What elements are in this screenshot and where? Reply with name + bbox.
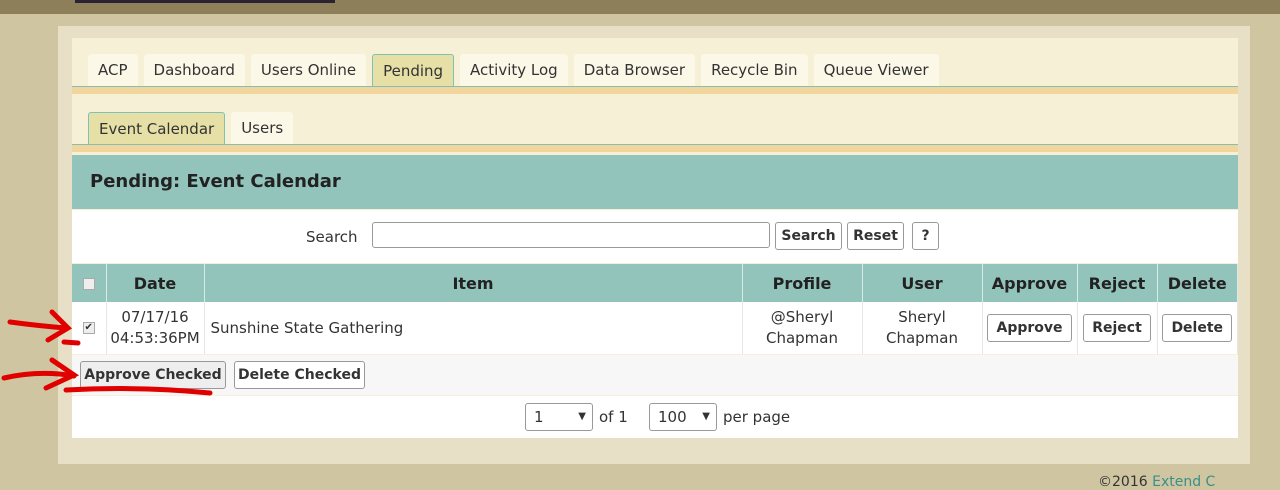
row-checkbox[interactable]: ✔	[82, 322, 95, 334]
tab-users-online[interactable]: Users Online	[250, 54, 367, 86]
table-row: ✔ 07/17/16 04:53:36PM Sunshine State Gath…	[72, 302, 1238, 354]
user-name-line2: Chapman	[885, 329, 958, 347]
per-page-label: per page	[723, 408, 791, 426]
approve-button[interactable]: Approve	[987, 314, 1072, 342]
delete-button[interactable]: Delete	[1162, 314, 1233, 342]
pending-table: Date Item Profile User Approve Reject De…	[72, 264, 1238, 354]
tab-data-browser[interactable]: Data Browser	[573, 54, 696, 86]
select-all-header	[72, 264, 107, 302]
dropdown-arrow-icon: ▼	[578, 411, 586, 422]
search-button[interactable]: Search	[775, 222, 842, 250]
search-input[interactable]	[372, 222, 770, 248]
per-page-select[interactable]: 100 ▼	[649, 403, 717, 431]
help-button[interactable]: ?	[912, 222, 939, 250]
column-profile[interactable]: Profile	[742, 264, 863, 302]
delete-checked-button[interactable]: Delete Checked	[234, 361, 365, 389]
tab-activity-log[interactable]: Activity Log	[460, 54, 568, 86]
tab-acp[interactable]: ACP	[88, 54, 138, 86]
page-select[interactable]: 1 ▼	[525, 403, 593, 431]
footer: ©2016 Extend C	[1098, 474, 1215, 490]
table-header: Date Item Profile User Approve Reject De…	[72, 264, 1238, 302]
site-banner	[75, 0, 335, 3]
tab-pending[interactable]: Pending	[372, 54, 455, 88]
page-value: 1	[534, 408, 544, 426]
subtab-users[interactable]: Users	[231, 112, 294, 144]
per-page-value: 100	[658, 408, 687, 426]
page-title: Pending: Event Calendar	[72, 155, 1238, 209]
search-bar: Search Search Reset ?	[72, 210, 1238, 263]
tab-dashboard[interactable]: Dashboard	[143, 54, 245, 86]
user-cell: Sheryl Chapman	[862, 302, 983, 354]
column-user[interactable]: User	[862, 264, 983, 302]
reset-button[interactable]: Reset	[847, 222, 904, 250]
column-approve: Approve	[982, 264, 1078, 302]
page-count: of 1	[599, 408, 628, 426]
profile-cell: @Sheryl Chapman	[742, 302, 863, 354]
time: 04:53:36PM	[110, 329, 200, 347]
dropdown-arrow-icon: ▼	[702, 411, 710, 422]
pagination: 1 ▼ of 1 100 ▼ per page	[72, 396, 1238, 438]
reject-button[interactable]: Reject	[1083, 314, 1151, 342]
date: 07/17/16	[121, 308, 189, 326]
profile-link[interactable]: @Sheryl	[771, 308, 833, 326]
approve-checked-button[interactable]: Approve Checked	[80, 361, 226, 389]
main-tabs: ACP Dashboard Users Online Pending Activ…	[88, 54, 939, 88]
profile-link-line2[interactable]: Chapman	[766, 329, 838, 347]
column-reject: Reject	[1077, 264, 1158, 302]
tab-recycle-bin[interactable]: Recycle Bin	[701, 54, 808, 86]
reject-cell: Reject	[1077, 302, 1158, 354]
bulk-actions: Approve Checked Delete Checked	[72, 355, 1238, 395]
subtab-divider	[72, 144, 1238, 152]
column-date[interactable]: Date	[106, 264, 205, 302]
approve-cell: Approve	[982, 302, 1078, 354]
select-all-checkbox[interactable]	[82, 278, 95, 290]
column-item[interactable]: Item	[204, 264, 743, 302]
date-cell: 07/17/16 04:53:36PM	[106, 302, 205, 354]
subtab-event-calendar[interactable]: Event Calendar	[88, 112, 226, 146]
delete-cell: Delete	[1157, 302, 1238, 354]
column-delete: Delete	[1157, 264, 1238, 302]
sub-tabs: Event Calendar Users	[88, 112, 294, 146]
copyright: ©2016	[1098, 474, 1148, 490]
tab-divider	[72, 86, 1238, 94]
row-select-cell: ✔	[72, 302, 107, 354]
search-label: Search	[306, 228, 358, 246]
user-name: Sheryl	[898, 308, 946, 326]
item-cell: Sunshine State Gathering	[204, 302, 743, 354]
tab-queue-viewer[interactable]: Queue Viewer	[813, 54, 939, 86]
footer-link[interactable]: Extend C	[1152, 474, 1215, 490]
